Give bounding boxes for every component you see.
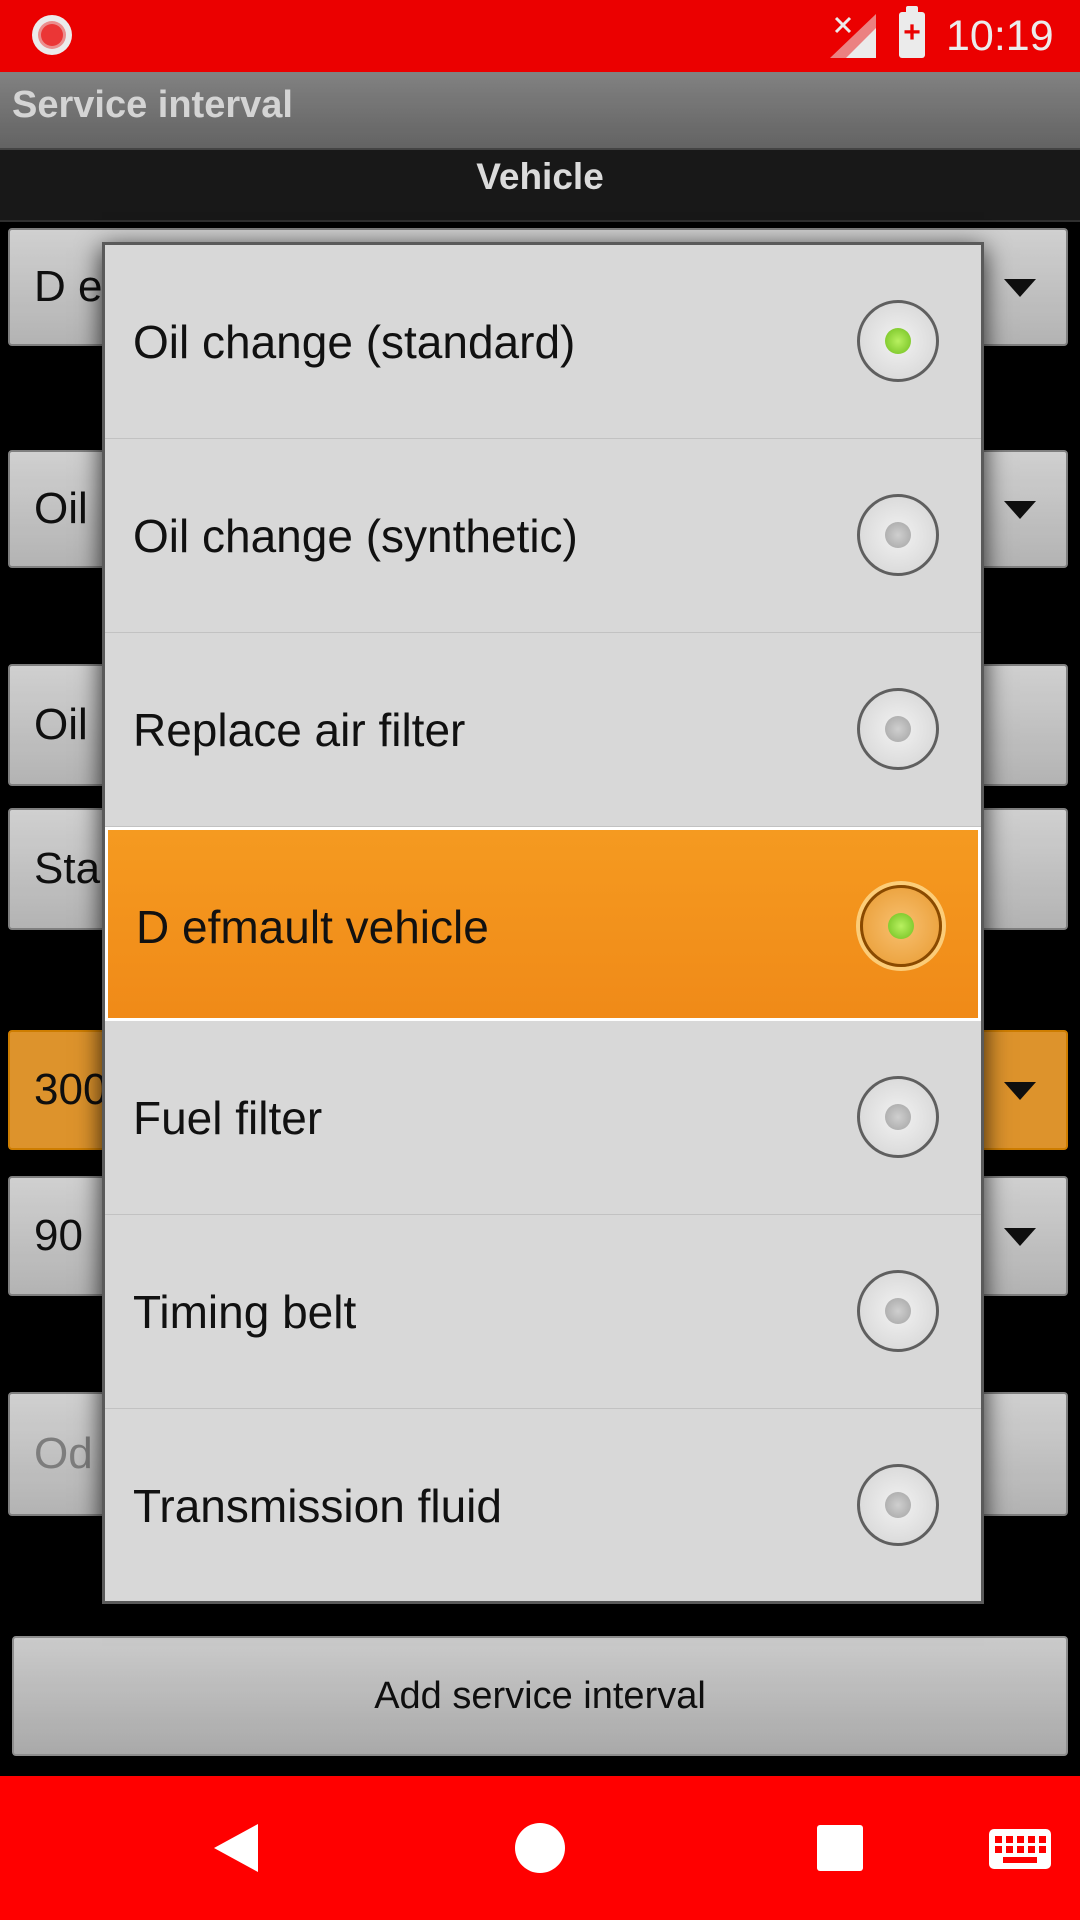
recents-icon[interactable]	[817, 1825, 863, 1871]
dialog-option[interactable]: Replace air filter	[105, 633, 981, 827]
option-label: Oil change (standard)	[133, 316, 576, 368]
radio-unchecked-icon[interactable]	[857, 1076, 939, 1158]
dialog-option-highlighted[interactable]: D efmault vehicle	[105, 827, 981, 1021]
radio-unchecked-icon[interactable]	[857, 1464, 939, 1546]
radio-unchecked-icon[interactable]	[857, 688, 939, 770]
dialog-option[interactable]: Oil change (standard)	[105, 245, 981, 439]
keyboard-icon[interactable]	[989, 1829, 1051, 1869]
radio-checked-icon[interactable]	[857, 300, 939, 382]
back-icon[interactable]	[214, 1824, 258, 1872]
dialog-option[interactable]: Timing belt	[105, 1215, 981, 1409]
dialog-option[interactable]: Oil change (synthetic)	[105, 439, 981, 633]
home-icon[interactable]	[515, 1823, 565, 1873]
option-label: Timing belt	[133, 1286, 357, 1338]
option-label: Replace air filter	[133, 704, 466, 756]
navigation-bar	[0, 1776, 1080, 1920]
option-label: D efmault vehicle	[136, 901, 489, 953]
radio-unchecked-icon[interactable]	[857, 494, 939, 576]
dialog-option[interactable]: Transmission fluid	[105, 1409, 981, 1603]
radio-unchecked-icon[interactable]	[857, 1270, 939, 1352]
service-type-dialog: Oil change (standard) Oil change (synthe…	[102, 242, 984, 1604]
option-label: Transmission fluid	[133, 1480, 502, 1532]
option-label: Oil change (synthetic)	[133, 510, 578, 562]
radio-checked-icon[interactable]	[860, 885, 942, 967]
dialog-option[interactable]: Fuel filter	[105, 1021, 981, 1215]
option-label: Fuel filter	[133, 1092, 323, 1144]
